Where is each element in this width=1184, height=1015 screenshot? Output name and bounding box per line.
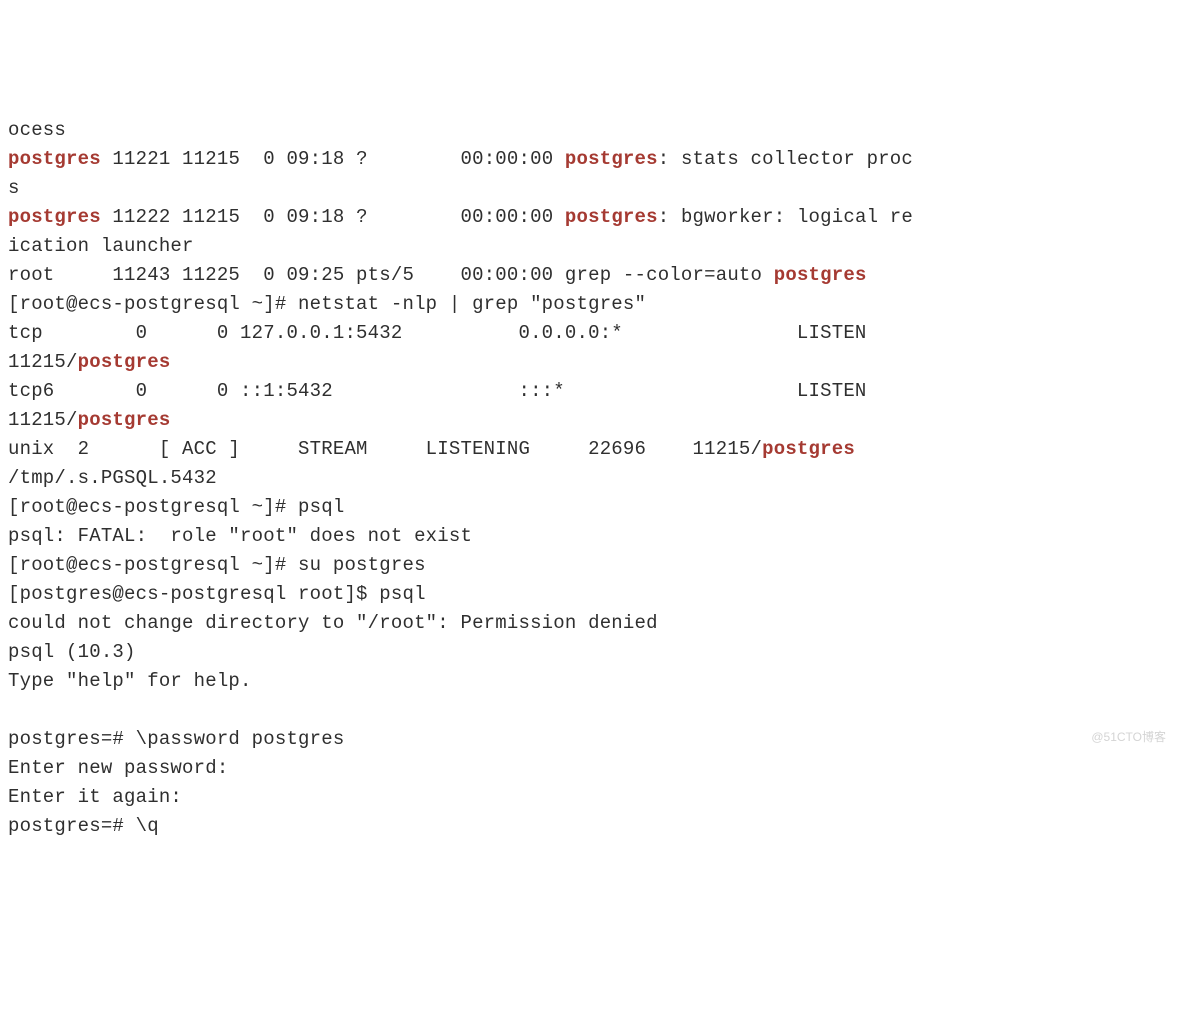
terminal-line: Type "help" for help. — [8, 667, 1176, 696]
terminal-line: postgres=# \password postgres — [8, 725, 1176, 754]
terminal-line: Enter new password: — [8, 754, 1176, 783]
watermark: @51CTO博客 — [1091, 723, 1166, 752]
terminal-line: Enter it again: — [8, 783, 1176, 812]
terminal-text: tcp 0 0 127.0.0.1:5432 0.0.0.0:* LISTEN — [8, 322, 867, 344]
terminal-line: s — [8, 174, 1176, 203]
terminal-line: postgres=# \q — [8, 812, 1176, 841]
highlight-text: postgres — [774, 264, 867, 286]
highlight-text: postgres — [762, 438, 855, 460]
terminal-text: psql: FATAL: role "root" does not exist — [8, 525, 472, 547]
highlight-text: postgres — [78, 409, 171, 431]
terminal-line: postgres 11221 11215 0 09:18 ? 00:00:00 … — [8, 145, 1176, 174]
terminal-text: root 11243 11225 0 09:25 pts/5 00:00:00 … — [8, 264, 774, 286]
terminal-text: could not change directory to "/root": P… — [8, 612, 658, 634]
terminal-line: /tmp/.s.PGSQL.5432 — [8, 464, 1176, 493]
terminal-text: [root@ecs-postgresql ~]# su postgres — [8, 554, 426, 576]
terminal-text: /tmp/.s.PGSQL.5432 — [8, 467, 217, 489]
terminal-line: unix 2 [ ACC ] STREAM LISTENING 22696 11… — [8, 435, 1176, 464]
terminal-text: [root@ecs-postgresql ~]# psql — [8, 496, 344, 518]
terminal-text: postgres=# \password postgres — [8, 728, 344, 750]
terminal-text: [root@ecs-postgresql ~]# netstat -nlp | … — [8, 293, 646, 315]
terminal-line: 11215/postgres — [8, 406, 1176, 435]
terminal-line: ocess — [8, 116, 1176, 145]
terminal-text: psql (10.3) — [8, 641, 136, 663]
terminal-text: : stats collector proc — [658, 148, 913, 170]
terminal-line: [postgres@ecs-postgresql root]$ psql — [8, 580, 1176, 609]
terminal-line: [root@ecs-postgresql ~]# su postgres — [8, 551, 1176, 580]
terminal-line: psql (10.3) — [8, 638, 1176, 667]
terminal-line — [8, 696, 1176, 725]
terminal-line: psql: FATAL: role "root" does not exist — [8, 522, 1176, 551]
terminal-line: postgres 11222 11215 0 09:18 ? 00:00:00 … — [8, 203, 1176, 232]
terminal-text — [8, 699, 20, 721]
terminal-text: unix 2 [ ACC ] STREAM LISTENING 22696 11… — [8, 438, 762, 460]
terminal-output[interactable]: ocess postgres 11221 11215 0 09:18 ? 00:0… — [0, 116, 1184, 841]
terminal-text: ocess — [8, 119, 66, 141]
highlight-text: postgres — [78, 351, 171, 373]
terminal-text: Enter new password: — [8, 757, 228, 779]
terminal-line: [root@ecs-postgresql ~]# psql — [8, 493, 1176, 522]
terminal-text: ication launcher — [8, 235, 194, 257]
terminal-line: root 11243 11225 0 09:25 pts/5 00:00:00 … — [8, 261, 1176, 290]
terminal-line: could not change directory to "/root": P… — [8, 609, 1176, 638]
terminal-line: tcp6 0 0 ::1:5432 :::* LISTEN — [8, 377, 1176, 406]
terminal-text: : bgworker: logical re — [658, 206, 913, 228]
terminal-text: 11215/ — [8, 409, 78, 431]
terminal-text: 11221 11215 0 09:18 ? 00:00:00 — [101, 148, 565, 170]
terminal-text: postgres=# \q — [8, 815, 159, 837]
highlight-text: postgres — [565, 206, 658, 228]
terminal-line: ication launcher — [8, 232, 1176, 261]
highlight-text: postgres — [8, 148, 101, 170]
terminal-line: 11215/postgres — [8, 348, 1176, 377]
terminal-text: 11222 11215 0 09:18 ? 00:00:00 — [101, 206, 565, 228]
terminal-line: [root@ecs-postgresql ~]# netstat -nlp | … — [8, 290, 1176, 319]
terminal-text: tcp6 0 0 ::1:5432 :::* LISTEN — [8, 380, 867, 402]
terminal-text: Type "help" for help. — [8, 670, 252, 692]
terminal-text: Enter it again: — [8, 786, 182, 808]
terminal-text: 11215/ — [8, 351, 78, 373]
terminal-text: s — [8, 177, 20, 199]
highlight-text: postgres — [8, 206, 101, 228]
terminal-text: [postgres@ecs-postgresql root]$ psql — [8, 583, 426, 605]
terminal-line: tcp 0 0 127.0.0.1:5432 0.0.0.0:* LISTEN — [8, 319, 1176, 348]
highlight-text: postgres — [565, 148, 658, 170]
